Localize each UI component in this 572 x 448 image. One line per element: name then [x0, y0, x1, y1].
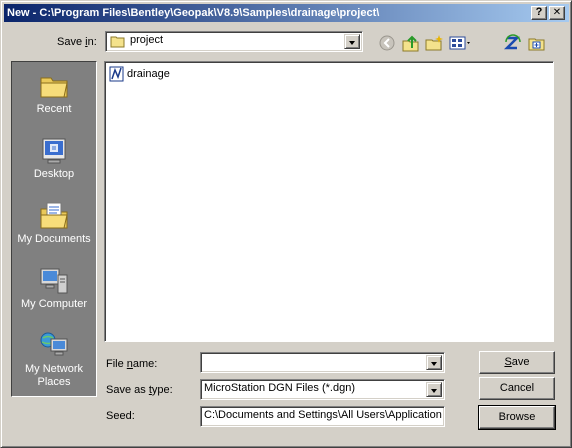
- file-name-label: File name:: [106, 358, 158, 370]
- chevron-down-icon[interactable]: [426, 382, 442, 397]
- folder-icon: [110, 36, 125, 48]
- cancel-button[interactable]: Cancel: [479, 377, 555, 400]
- chevron-down-icon[interactable]: [344, 34, 360, 49]
- place-my-documents[interactable]: My Documents: [12, 196, 96, 258]
- file-name-combo[interactable]: [200, 352, 445, 373]
- desktop-icon: [42, 138, 66, 164]
- options-icon[interactable]: [527, 34, 547, 52]
- place-my-network[interactable]: My Network Places: [12, 326, 96, 388]
- views-menu-icon[interactable]: [448, 34, 474, 52]
- save-in-combo[interactable]: project: [105, 31, 363, 52]
- up-folder-icon[interactable]: [401, 34, 421, 52]
- save-as-type-combo[interactable]: MicroStation DGN Files (*.dgn): [200, 379, 445, 400]
- back-icon[interactable]: [377, 34, 397, 52]
- save-as-type-value: MicroStation DGN Files (*.dgn): [204, 382, 355, 394]
- window-title: New - C:\Program Files\Bentley\Geopak\V8…: [7, 7, 380, 19]
- seed-label: Seed:: [106, 410, 135, 422]
- new-folder-icon[interactable]: [424, 34, 444, 52]
- chevron-down-icon[interactable]: [426, 355, 442, 370]
- save-in-value: project: [130, 34, 164, 46]
- seed-value: C:\Documents and Settings\All Users\Appl…: [204, 409, 442, 421]
- file-name: drainage: [127, 68, 170, 80]
- place-my-computer[interactable]: My Computer: [12, 261, 96, 323]
- save-in-label: Save in:: [57, 36, 97, 48]
- documents-folder-icon: [40, 202, 68, 229]
- save-as-type-label: Save as type:: [106, 384, 173, 396]
- places-bar: Recent Desktop My Documents My Computer …: [11, 61, 97, 397]
- file-list[interactable]: drainage: [104, 61, 554, 342]
- place-recent[interactable]: Recent: [12, 66, 96, 128]
- help-button[interactable]: ?: [531, 6, 547, 20]
- refresh-icon[interactable]: [503, 34, 523, 52]
- save-button[interactable]: Save: [479, 351, 555, 374]
- recent-folder-icon: [40, 77, 68, 98]
- network-icon: [40, 332, 68, 356]
- title-bar[interactable]: New - C:\Program Files\Bentley\Geopak\V8…: [4, 4, 569, 22]
- dgn-file-icon: [109, 66, 124, 82]
- place-desktop[interactable]: Desktop: [12, 131, 96, 193]
- browse-button[interactable]: Browse: [478, 405, 556, 430]
- computer-icon: [40, 268, 68, 294]
- close-button[interactable]: ✕: [549, 6, 565, 20]
- seed-input[interactable]: C:\Documents and Settings\All Users\Appl…: [200, 406, 445, 427]
- save-dialog: New - C:\Program Files\Bentley\Geopak\V8…: [0, 0, 572, 448]
